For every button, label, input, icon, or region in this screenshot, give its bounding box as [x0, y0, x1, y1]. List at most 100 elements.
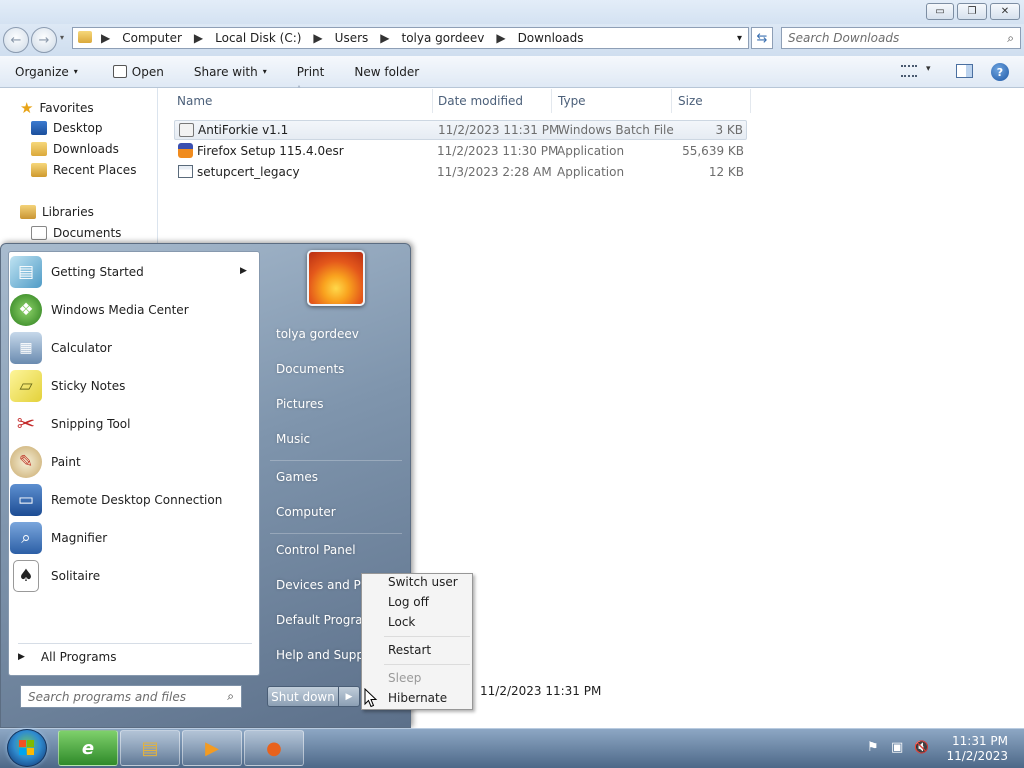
program-getting-started[interactable]: ▤ Getting Started — [10, 254, 256, 290]
chevron-down-icon: ▾ — [262, 67, 267, 76]
nav-desktop-label: Desktop — [53, 121, 103, 135]
breadcrumb-local-disk[interactable]: Local Disk (C:) — [209, 31, 307, 45]
column-divider[interactable] — [671, 89, 672, 113]
column-header-name[interactable]: Name — [177, 94, 212, 108]
column-header-size[interactable]: Size — [678, 94, 703, 108]
help-icon[interactable]: ? — [991, 63, 1009, 81]
column-divider[interactable] — [432, 89, 433, 113]
program-magnifier[interactable]: ⌕ Magnifier — [10, 520, 256, 556]
open-button[interactable]: Open — [93, 65, 179, 79]
start-search-input[interactable]: Search programs and files ⌕ — [20, 685, 242, 708]
program-windows-media-center[interactable]: ❖ Windows Media Center — [10, 292, 256, 328]
taskbar-clock[interactable]: 11:31 PM 11/2/2023 — [938, 734, 1008, 764]
file-type: Application — [557, 165, 625, 179]
shutdown-label: Shut down — [271, 689, 335, 704]
start-link-user[interactable]: tolya gordeev — [276, 327, 359, 341]
nav-downloads-label: Downloads — [53, 142, 119, 156]
user-picture[interactable] — [307, 250, 365, 306]
menu-item-switch-user[interactable]: Switch user — [388, 575, 458, 589]
program-snipping-tool[interactable]: ✂ Snipping Tool — [10, 406, 256, 442]
chevron-down-icon: ▾ — [73, 67, 78, 76]
column-header-date-modified[interactable]: Date modified — [438, 94, 523, 108]
breadcrumb-computer[interactable]: Computer — [116, 31, 188, 45]
start-link-documents[interactable]: Documents — [276, 362, 344, 376]
nav-desktop[interactable]: Desktop — [31, 121, 103, 135]
refresh-button[interactable]: ⇆ — [751, 27, 773, 49]
volume-muted-icon[interactable]: 🔇 — [914, 740, 929, 754]
taskbar-media-player[interactable]: ▶ — [182, 730, 242, 766]
program-sticky-notes[interactable]: ▱ Sticky Notes — [10, 368, 256, 404]
start-link-control-panel[interactable]: Control Panel — [276, 543, 356, 557]
menu-item-hibernate[interactable]: Hibernate — [388, 691, 447, 705]
new-folder-label: New folder — [354, 64, 420, 79]
address-bar[interactable]: ▶ Computer ▶ Local Disk (C:) ▶ Users ▶ t… — [72, 27, 749, 49]
new-folder-button[interactable]: New folder — [339, 65, 434, 79]
action-center-flag-icon[interactable]: ⚑ — [867, 740, 879, 755]
breadcrumb-users[interactable]: Users — [329, 31, 375, 45]
column-divider[interactable] — [551, 89, 552, 113]
breadcrumb-downloads[interactable]: Downloads — [512, 31, 590, 45]
menu-item-log-off[interactable]: Log off — [388, 595, 429, 609]
print-button[interactable]: Print — [282, 65, 340, 79]
back-arrow-icon: ← — [10, 32, 22, 48]
start-link-computer[interactable]: Computer — [276, 505, 336, 519]
column-divider[interactable] — [750, 89, 751, 113]
recent-pages-icon[interactable]: ▾ — [60, 33, 64, 42]
chevron-right-icon: ▶ — [345, 691, 353, 702]
start-button[interactable] — [7, 729, 47, 767]
program-paint[interactable]: ✎ Paint — [10, 444, 256, 480]
forward-button[interactable]: → — [31, 27, 57, 53]
program-solitaire[interactable]: ♠ Solitaire — [10, 558, 256, 594]
getting-started-icon: ▤ — [10, 256, 42, 288]
program-label: Calculator — [51, 341, 112, 355]
menu-item-restart[interactable]: Restart — [388, 643, 431, 657]
back-button[interactable]: ← — [3, 27, 29, 53]
start-link-games[interactable]: Games — [276, 470, 318, 484]
menu-item-lock[interactable]: Lock — [388, 615, 415, 629]
close-button[interactable]: ✕ — [990, 3, 1020, 20]
nav-documents[interactable]: Documents — [31, 226, 121, 240]
nav-favorites[interactable]: ★ Favorites — [20, 99, 94, 117]
application-icon — [178, 165, 193, 178]
nav-recent-places-label: Recent Places — [53, 163, 137, 177]
view-options-icon[interactable]: ▾ — [926, 64, 931, 74]
start-link-pictures[interactable]: Pictures — [276, 397, 324, 411]
program-calculator[interactable]: ▦ Calculator — [10, 330, 256, 366]
column-header-type[interactable]: Type — [558, 94, 586, 108]
media-center-icon: ❖ — [10, 294, 42, 326]
shutdown-button[interactable]: Shut down — [267, 686, 339, 707]
file-row[interactable]: setupcert_legacy 11/3/2023 2:28 AM Appli… — [174, 162, 747, 182]
file-row[interactable]: Firefox Setup 115.4.0esr 11/2/2023 11:30… — [174, 141, 747, 161]
start-link-music[interactable]: Music — [276, 432, 310, 446]
nav-downloads[interactable]: Downloads — [31, 142, 119, 156]
organize-button[interactable]: Organize ▾ — [0, 65, 93, 79]
submenu-arrow-icon[interactable]: ▶ — [240, 266, 247, 276]
preview-pane-icon[interactable] — [956, 64, 973, 78]
breadcrumb-separator-icon: ▶ — [496, 31, 506, 45]
nav-libraries[interactable]: Libraries — [20, 205, 94, 219]
file-row[interactable]: AntiForkie v1.1 11/2/2023 11:31 PM Windo… — [174, 120, 747, 140]
taskbar-firefox[interactable]: ● — [244, 730, 304, 766]
shutdown-options-button[interactable]: ▶ — [338, 686, 360, 707]
network-icon[interactable]: ▣ — [891, 740, 903, 755]
nav-recent-places[interactable]: Recent Places — [31, 163, 136, 177]
program-remote-desktop-connection[interactable]: ▭ Remote Desktop Connection — [10, 482, 256, 518]
all-programs-button[interactable]: ▶ All Programs — [18, 650, 117, 664]
address-dropdown-icon[interactable]: ▾ — [731, 33, 748, 44]
taskbar-windows-explorer[interactable]: ▤ — [120, 730, 180, 766]
breadcrumb-user-folder[interactable]: tolya gordeev — [396, 31, 491, 45]
all-programs-label: All Programs — [40, 650, 117, 664]
sort-arrow-icon: ˄ — [297, 85, 301, 94]
change-view-icon[interactable] — [901, 65, 917, 77]
maximize-button[interactable]: ❐ — [957, 3, 987, 20]
search-input[interactable]: Search Downloads ⌕ — [781, 27, 1021, 49]
taskbar-internet-explorer[interactable]: e — [58, 730, 118, 766]
program-label: Snipping Tool — [51, 417, 131, 431]
print-label: Print — [296, 64, 325, 79]
file-type: Windows Batch File — [558, 123, 674, 137]
start-links-divider — [270, 533, 402, 534]
share-with-button[interactable]: Share with ▾ — [179, 65, 282, 79]
minimize-button[interactable]: ▭ — [926, 3, 954, 20]
file-date: 11/2/2023 11:30 PM — [437, 144, 559, 158]
all-programs-divider — [18, 643, 252, 644]
